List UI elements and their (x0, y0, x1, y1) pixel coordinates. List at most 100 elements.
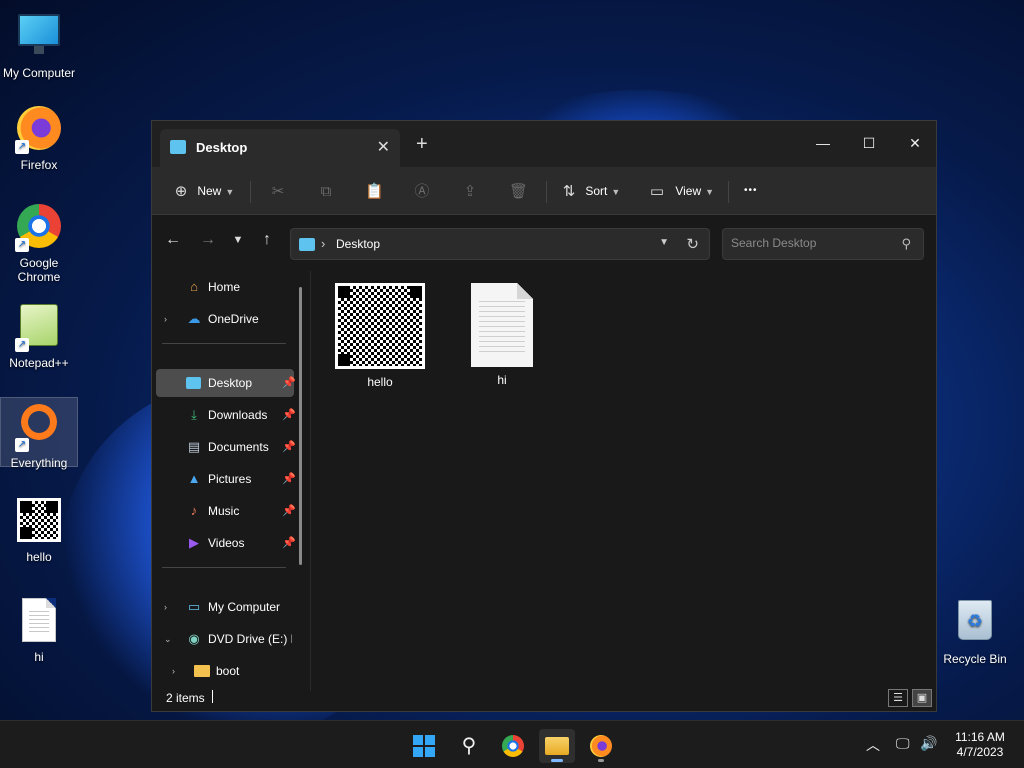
firefox-icon: ↗ (15, 106, 63, 154)
pin-icon[interactable]: 📌 (282, 465, 296, 493)
navigation-pane: ⌂ Home › ☁ OneDrive Desktop 📌 ⤓ Download… (152, 267, 302, 687)
nav-item-videos[interactable]: ▶ Videos 📌 (156, 529, 296, 557)
desktop-folder-icon (170, 140, 186, 154)
pane-divider[interactable] (310, 271, 311, 691)
clock-date: 4/7/2023 (956, 745, 1004, 759)
share-button[interactable]: ⇪ (461, 177, 479, 205)
active-app-indicator (551, 759, 563, 762)
search-icon: ⚲ (901, 236, 911, 251)
chevron-right-icon[interactable]: › (164, 305, 167, 333)
maximize-button[interactable]: ☐ (846, 129, 892, 157)
chrome-taskbar-button[interactable] (495, 729, 531, 763)
new-tab-button[interactable]: + (416, 133, 428, 156)
rename-icon: Ⓐ (414, 182, 430, 200)
recent-locations-button[interactable]: ▼ (227, 234, 249, 246)
desktop-icon-label: hello (26, 550, 52, 564)
text-file-icon (471, 283, 533, 367)
file-explorer-taskbar-button[interactable] (539, 729, 575, 763)
new-button[interactable]: ⊕ New ▼ (172, 177, 235, 205)
address-path: Desktop (336, 237, 381, 251)
nav-item-home[interactable]: ⌂ Home (156, 273, 294, 301)
scissors-icon: ✂ (271, 182, 285, 200)
chevron-down-icon[interactable]: ▼ (659, 237, 669, 248)
volume-icon[interactable]: 🔊 (920, 735, 937, 752)
nav-item-documents[interactable]: ▤ Documents 📌 (156, 433, 296, 461)
desktop-icon-chrome[interactable]: ↗ Google Chrome (0, 202, 78, 286)
nav-item-boot[interactable]: › boot (164, 657, 302, 685)
nav-item-dvd-drive[interactable]: ⌄ ◉ DVD Drive (E:) ESD-ISO (156, 625, 294, 653)
up-button[interactable]: ↑ (256, 231, 278, 249)
nav-item-music[interactable]: ♪ Music 📌 (156, 497, 296, 525)
file-item-hi[interactable]: hi (452, 283, 552, 387)
shortcut-arrow-icon: ↗ (15, 338, 29, 352)
folder-icon (194, 663, 210, 679)
address-row: ← → ▼ ↑ › Desktop ▼ ↻ ⚲ (152, 215, 936, 267)
firefox-taskbar-button[interactable] (583, 729, 619, 763)
file-item-hello[interactable]: hello (330, 283, 430, 389)
pin-icon[interactable]: 📌 (282, 401, 296, 429)
title-bar[interactable]: Desktop ✕ + — ☐ ✕ (152, 121, 936, 167)
chevron-up-icon[interactable]: ︿ (866, 735, 880, 755)
sort-icon: ⇅ (562, 182, 576, 200)
nav-item-downloads[interactable]: ⤓ Downloads 📌 (156, 401, 296, 429)
windows-logo-icon (413, 735, 435, 757)
file-explorer-window[interactable]: Desktop ✕ + — ☐ ✕ ⊕ New ▼ ✂ ⧉ 📋 Ⓐ ⇪ 🗑 ⇅ S… (151, 120, 937, 712)
clipboard-icon: 📋 (365, 182, 384, 200)
delete-button[interactable]: 🗑 (509, 177, 528, 205)
nav-item-my-computer[interactable]: › ▭ My Computer (156, 593, 294, 621)
desktop-icon-label: Recycle Bin (943, 652, 1007, 666)
nav-item-label: My Computer (208, 600, 281, 614)
pin-icon[interactable]: 📌 (282, 433, 296, 461)
chevron-right-icon: › (321, 236, 326, 251)
nav-scrollbar[interactable] (299, 287, 302, 565)
desktop-icon-label: Notepad++ (9, 356, 69, 370)
close-window-button[interactable]: ✕ (892, 129, 938, 157)
search-box[interactable]: ⚲ (722, 228, 924, 260)
search-taskbar-button[interactable]: ⚲ (451, 729, 487, 763)
more-options-button[interactable]: ••• (744, 177, 758, 205)
nav-item-desktop[interactable]: Desktop 📌 (156, 369, 296, 397)
clock[interactable]: 11:16 AM 4/7/2023 (944, 730, 1016, 760)
copy-icon: ⧉ (320, 182, 332, 200)
desktop-icon-hello[interactable]: hello (0, 498, 78, 568)
nav-item-label: boot (216, 664, 240, 678)
address-bar[interactable]: › Desktop ▼ ↻ (290, 228, 710, 260)
nav-item-onedrive[interactable]: › ☁ OneDrive (156, 305, 294, 333)
pin-icon[interactable]: 📌 (282, 529, 296, 557)
home-icon: ⌂ (190, 279, 198, 294)
network-icon[interactable]: 🖵 (896, 735, 910, 752)
view-button[interactable]: ▭ View ▼ (648, 177, 714, 205)
refresh-icon[interactable]: ↻ (686, 235, 699, 253)
details-view-button[interactable]: ☰ (888, 689, 908, 707)
chevron-right-icon[interactable]: › (172, 657, 175, 685)
large-icons-view-button[interactable]: ▣ (912, 689, 932, 707)
rename-button[interactable]: Ⓐ (413, 177, 431, 205)
copy-button[interactable]: ⧉ (317, 177, 335, 205)
desktop-icon-notepadpp[interactable]: ↗ Notepad++ (0, 302, 78, 372)
plus-circle-icon: ⊕ (174, 182, 188, 200)
chevron-down-icon[interactable]: ⌄ (164, 625, 172, 653)
search-input[interactable] (731, 236, 891, 250)
nav-item-pictures[interactable]: ▲ Pictures 📌 (156, 465, 296, 493)
pin-icon[interactable]: 📌 (282, 369, 296, 397)
chevron-right-icon[interactable]: › (164, 593, 167, 621)
chrome-icon (502, 735, 524, 757)
forward-button[interactable]: → (197, 231, 219, 249)
start-button[interactable] (406, 729, 442, 763)
chevron-down-icon: ▼ (611, 187, 621, 197)
desktop-icon-hi[interactable]: hi (0, 596, 78, 666)
paste-button[interactable]: 📋 (365, 177, 384, 205)
desktop-icon-everything[interactable]: ↗ Everything (0, 397, 78, 470)
desktop-icon-firefox[interactable]: ↗ Firefox (0, 104, 78, 174)
tab-desktop[interactable]: Desktop ✕ (160, 129, 400, 167)
sort-button[interactable]: ⇅ Sort ▼ (560, 177, 621, 205)
cut-button[interactable]: ✂ (269, 177, 287, 205)
nav-item-label: Videos (208, 536, 245, 550)
minimize-button[interactable]: — (800, 129, 846, 157)
back-button[interactable]: ← (162, 231, 184, 249)
qr-image-thumbnail (335, 283, 425, 369)
desktop-icon-my-computer[interactable]: My Computer (0, 8, 78, 80)
desktop-icon-recycle-bin[interactable]: ♻ Recycle Bin (936, 596, 1014, 666)
close-tab-icon[interactable]: ✕ (377, 137, 390, 157)
pin-icon[interactable]: 📌 (282, 497, 296, 525)
